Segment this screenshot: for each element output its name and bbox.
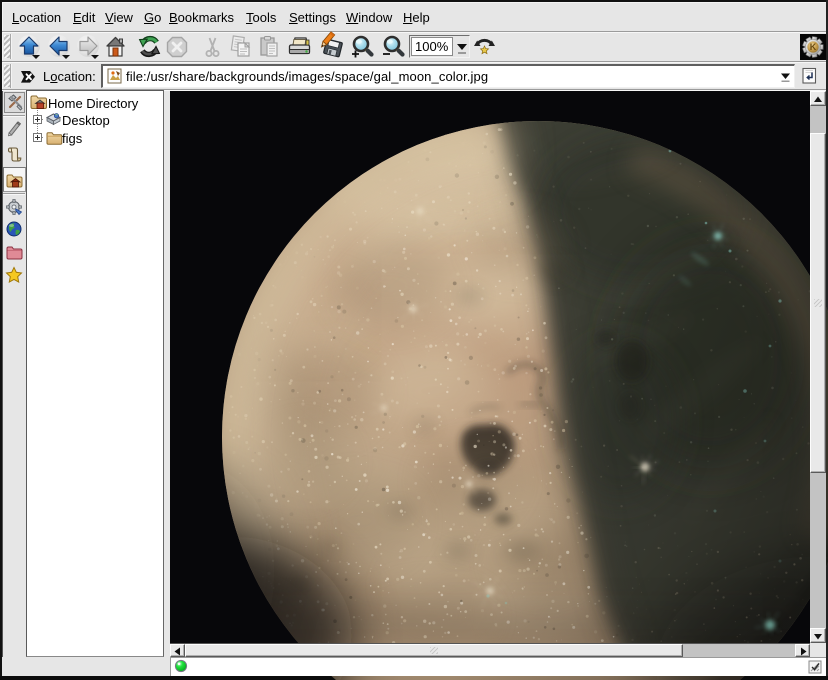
svg-text:K: K: [810, 42, 817, 52]
